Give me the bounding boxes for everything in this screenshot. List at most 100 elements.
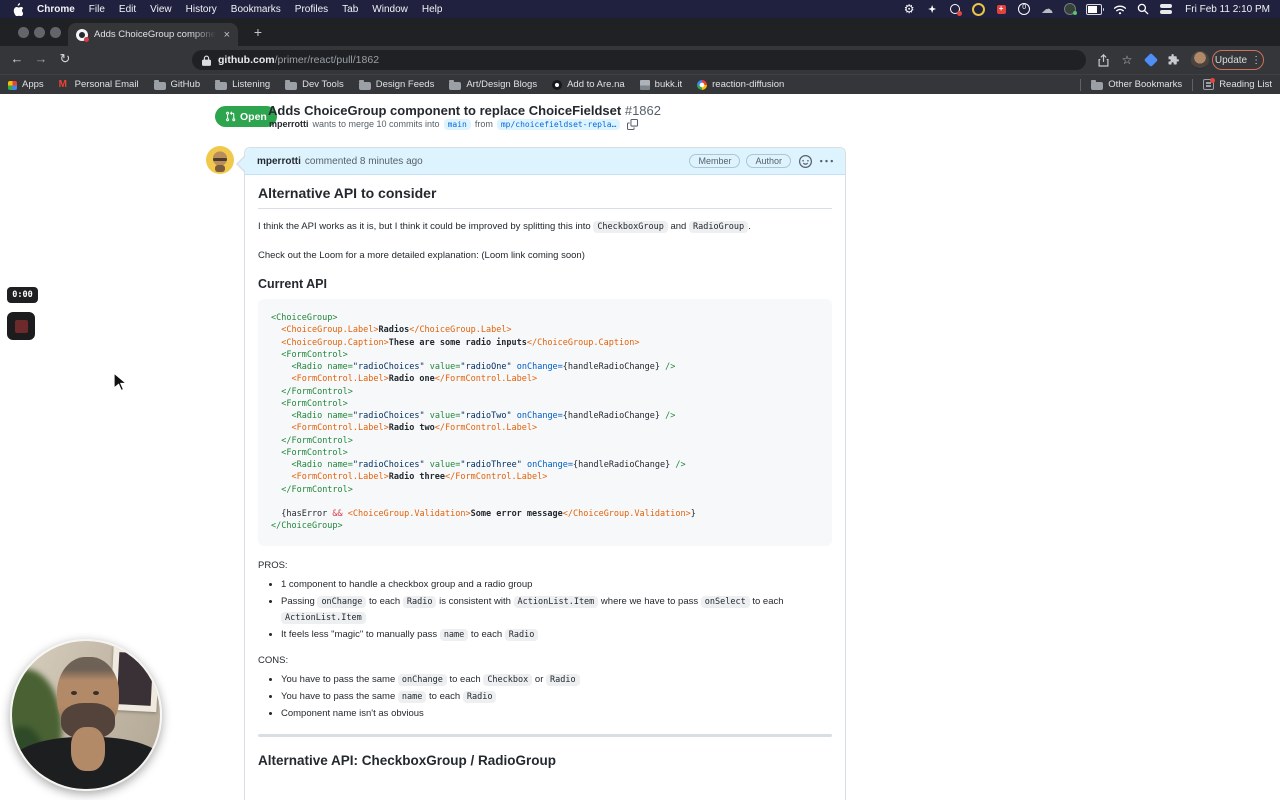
list-item: 1 component to handle a checkbox group a…	[281, 577, 832, 593]
copy-branch-icon[interactable]	[627, 118, 639, 130]
menu-history[interactable]: History	[179, 4, 224, 15]
list-item: You have to pass the same name to each R…	[281, 689, 832, 705]
camera-app-icon[interactable]	[948, 2, 963, 16]
lock-icon	[202, 55, 211, 66]
traffic-light-minimize[interactable]	[34, 27, 45, 38]
pull-request-icon	[226, 111, 236, 122]
comment-author-avatar[interactable]	[206, 146, 234, 174]
traffic-light-close[interactable]	[18, 27, 29, 38]
menu-bar-items: Chrome File Edit View History Bookmarks Profil…	[30, 4, 449, 15]
list-item: It feels less "magic" to manually pass n…	[281, 627, 832, 643]
bookmark-art-design-blogs[interactable]: Art/Design Blogs	[449, 79, 537, 90]
chrome-tab-strip: Adds ChoiceGroup component × +	[0, 18, 1280, 46]
zero-badge-icon[interactable]	[1017, 2, 1031, 16]
back-button[interactable]: ←	[8, 51, 26, 66]
pr-meta-line: mperrotti wants to merge 10 commits into…	[269, 118, 639, 130]
pr-author-link[interactable]: mperrotti	[269, 119, 309, 129]
bookmark-add-to-are-na[interactable]: Add to Are.na	[552, 79, 625, 90]
control-center-icon[interactable]	[1159, 2, 1173, 16]
menu-file[interactable]: File	[82, 4, 112, 15]
bookmark-listening[interactable]: Listening	[215, 79, 270, 90]
list-item: Component name isn't as obvious	[281, 706, 832, 722]
kebab-menu-icon[interactable]	[820, 155, 833, 168]
bookmarks-divider	[1080, 78, 1082, 91]
health-app-icon[interactable]	[994, 2, 1008, 16]
apple-menu-icon[interactable]	[10, 2, 24, 16]
comment-author-link[interactable]: mperrotti	[257, 156, 301, 167]
cons-label: CONS:	[258, 654, 289, 666]
alternative-api-heading: Alternative API: CheckboxGroup / RadioGr…	[258, 752, 557, 768]
google-icon	[697, 80, 708, 90]
comment-card: mperrotti commented 8 minutes ago Member…	[236, 147, 846, 800]
new-tab-button[interactable]: +	[248, 24, 268, 40]
menu-bar-status-area: ⚙☁ Fri Feb 11 2:10 PM	[902, 2, 1270, 16]
bookmarks-bar: Apps Personal Email GitHub Listening Dev Too…	[0, 74, 1280, 94]
gmail-icon	[59, 79, 70, 90]
address-bar[interactable]: github.com /primer/react/pull/1862	[192, 50, 1086, 70]
tab-close-icon[interactable]: ×	[224, 29, 230, 41]
settings-gear-icon[interactable]: ⚙	[902, 2, 916, 16]
menu-edit[interactable]: Edit	[112, 4, 143, 15]
menu-bookmarks[interactable]: Bookmarks	[224, 4, 288, 15]
update-button[interactable]: Update ⋮	[1212, 50, 1264, 70]
cloud-sync-icon[interactable]: ☁	[1040, 2, 1054, 16]
webcam-bubble[interactable]	[10, 639, 162, 791]
status-icons: ⚙☁	[902, 2, 1078, 16]
github-favicon	[76, 28, 89, 42]
forward-button[interactable]: →	[32, 51, 50, 66]
chrome-toolbar: ← → ↻ github.com /primer/react/pull/1862…	[0, 46, 1280, 74]
menu-profiles[interactable]: Profiles	[288, 4, 335, 15]
extension-gem-icon[interactable]	[1143, 52, 1159, 68]
comment-timestamp[interactable]: commented 8 minutes ago	[305, 156, 423, 167]
other-bookmarks-folder[interactable]: Other Bookmarks	[1091, 79, 1182, 90]
list-item: Passing onChange to each Radio is consis…	[281, 594, 832, 626]
paragraph-2: Check out the Loom for a more detailed e…	[258, 250, 585, 261]
bookmark-reaction-diffusion[interactable]: reaction-diffusion	[697, 79, 784, 90]
browser-tab[interactable]: Adds ChoiceGroup component ×	[68, 23, 238, 46]
bookmark-star-icon[interactable]: ☆	[1119, 52, 1135, 68]
timer-app-icon[interactable]	[971, 2, 985, 16]
bookmark-dev-tools[interactable]: Dev Tools	[285, 79, 344, 90]
share-icon[interactable]	[1095, 52, 1111, 68]
bookmark-github[interactable]: GitHub	[153, 79, 200, 90]
globe-status-icon[interactable]	[1063, 2, 1078, 16]
menu-view[interactable]: View	[143, 4, 179, 15]
menu-chrome[interactable]: Chrome	[30, 4, 82, 15]
tab-title: Adds ChoiceGroup component	[94, 29, 216, 40]
menu-bar-clock[interactable]: Fri Feb 11 2:10 PM	[1185, 4, 1270, 15]
cons-list: You have to pass the same onChange to ea…	[258, 672, 832, 722]
head-branch-chip[interactable]: mp/choicefieldset-repla…	[496, 118, 621, 130]
bookmark-personal-email[interactable]: Personal Email	[59, 79, 139, 90]
code-block: <ChoiceGroup> <ChoiceGroup.Label>Radios<…	[258, 299, 832, 546]
menu-tab[interactable]: Tab	[335, 4, 365, 15]
reading-list-button[interactable]: Reading List	[1203, 78, 1272, 90]
folder-icon	[1091, 79, 1104, 90]
stop-recording-button[interactable]	[7, 312, 35, 340]
badge-member: Member	[689, 154, 741, 168]
folder-icon	[153, 79, 166, 90]
pr-title: Adds ChoiceGroup component to replace Ch…	[268, 103, 661, 118]
github-pr-page: Open Adds ChoiceGroup component to repla…	[0, 94, 1280, 800]
sparkle-app-icon[interactable]	[925, 2, 939, 16]
comment-heading-1: Alternative API to consider	[258, 185, 832, 209]
image-icon	[639, 80, 650, 90]
menu-help[interactable]: Help	[415, 4, 450, 15]
folder-icon	[215, 79, 228, 90]
bookmark-design-feeds[interactable]: Design Feeds	[358, 79, 434, 90]
emoji-reaction-icon[interactable]	[799, 154, 812, 168]
profile-avatar[interactable]	[1191, 51, 1209, 69]
paragraph-1: I think the API works as it is, but I th…	[258, 221, 751, 233]
wifi-icon[interactable]	[1113, 2, 1127, 16]
menu-window[interactable]: Window	[365, 4, 415, 15]
spotlight-search-icon[interactable]	[1136, 2, 1150, 16]
bookmark-apps[interactable]: Apps	[8, 79, 44, 90]
battery-icon[interactable]	[1086, 2, 1104, 16]
traffic-light-zoom[interactable]	[50, 27, 61, 38]
browser-menu-icon[interactable]: ⋮	[1251, 55, 1261, 66]
bookmark-bukk-it[interactable]: bukk.it	[639, 79, 682, 90]
extensions-puzzle-icon[interactable]	[1165, 52, 1181, 68]
reload-button[interactable]: ↻	[56, 51, 74, 67]
base-branch-chip[interactable]: main	[443, 118, 471, 130]
macos-menu-bar: Chrome File Edit View History Bookmarks Profil…	[0, 0, 1280, 18]
current-api-heading: Current API	[258, 277, 327, 291]
